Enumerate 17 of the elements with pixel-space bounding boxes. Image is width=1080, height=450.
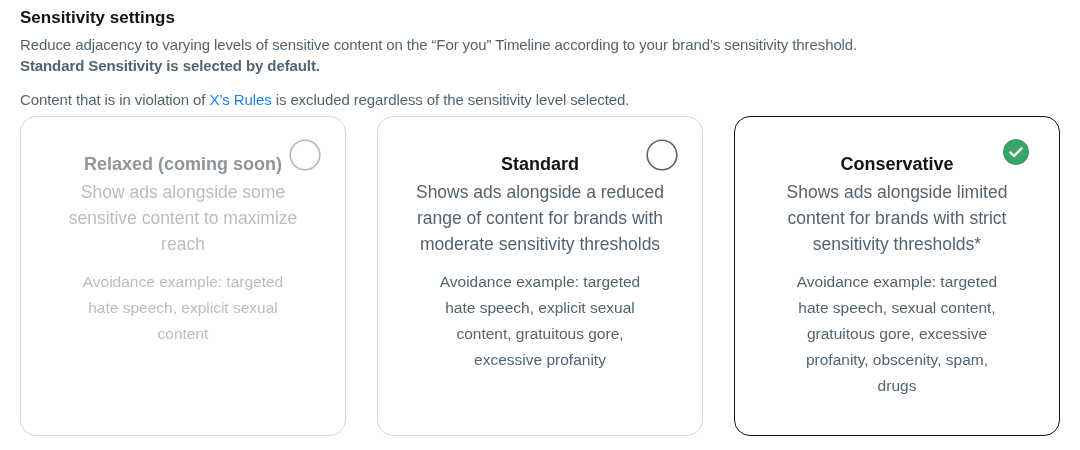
option-summary: Shows ads alongside limited content for brands with strict sensitivity thresholds* (785, 181, 1009, 256)
rules-link[interactable]: X’s Rules (209, 91, 272, 108)
avoidance-example: Avoidance example: targeted hate speech, explicit sexual content (81, 272, 285, 344)
radio-icon[interactable] (646, 139, 678, 171)
option-title: Relaxed (coming soon) (84, 153, 282, 176)
checked-radio-icon[interactable] (1003, 139, 1029, 165)
option-title: Conservative (840, 153, 954, 176)
rules-note: Content that is in violation of X’s Rules is excluded regardless of the sensitivity level selected. (20, 90, 631, 110)
avoidance-example: Avoidance example: targeted hate speech, sexual content, gratuitous gore, excessive profanity, obscenity, spam, drugs (795, 272, 999, 396)
description-text: Reduce adjacency to varying levels of sensitive content on the “For you” Timeline according to your brand’s sensitivity threshold. (20, 35, 859, 55)
default-note: Standard Sensitivity is selected by default. (20, 56, 321, 76)
option-title: Standard (501, 153, 579, 176)
option-summary: Shows ads alongside a reduced range of content for brands with moderate sensitivity thresholds (414, 181, 666, 256)
section-heading: Sensitivity settings (20, 7, 176, 29)
option-summary: Show ads alongside some sensitive content to maximize reach (67, 181, 299, 256)
avoidance-example: Avoidance example: targeted hate speech, explicit sexual content, gratuitous gore, excessive profanity (438, 272, 642, 370)
option-card[interactable] (734, 116, 1060, 436)
